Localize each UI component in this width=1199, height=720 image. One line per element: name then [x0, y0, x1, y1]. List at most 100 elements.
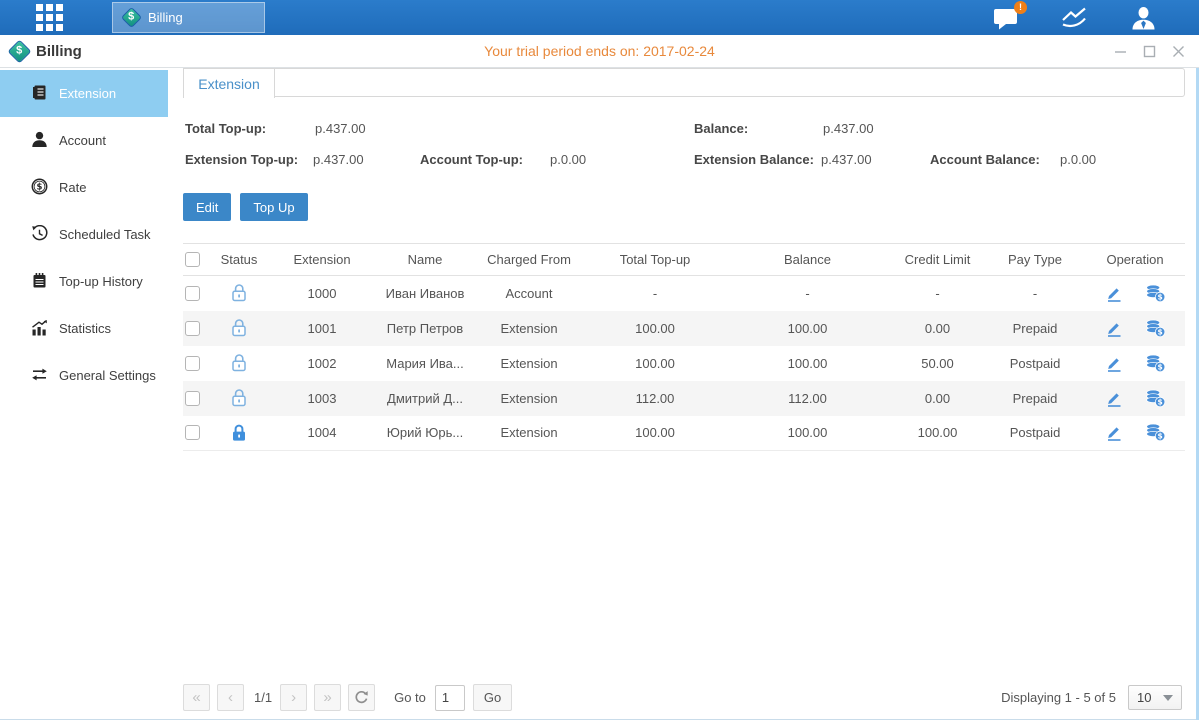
- notification-badge: !: [1014, 1, 1027, 14]
- sidebar-item-label: Scheduled Task: [59, 227, 151, 242]
- account-balance-label: Account Balance:: [930, 152, 1040, 167]
- taskbar-tab-label: Billing: [148, 10, 183, 25]
- statistics-chart-icon[interactable]: [1060, 6, 1090, 30]
- topup-coins-icon[interactable]: $: [1145, 423, 1166, 442]
- close-icon[interactable]: [1171, 44, 1185, 58]
- goto-label: Go to: [394, 690, 426, 705]
- column-header: Extension: [267, 244, 377, 276]
- sidebar-item-extension[interactable]: Extension: [0, 70, 168, 117]
- prev-page-button[interactable]: ‹: [217, 684, 244, 711]
- svg-text:$: $: [37, 182, 43, 192]
- taskbar-tab-billing[interactable]: $ Billing: [112, 2, 265, 33]
- cell-total-topup: -: [585, 276, 725, 311]
- pencil-edit-icon[interactable]: [1104, 284, 1123, 303]
- cell-extension: 1001: [267, 311, 377, 346]
- unlock-icon[interactable]: [230, 389, 248, 404]
- tab-extension[interactable]: Extension: [183, 68, 275, 98]
- row-checkbox[interactable]: [185, 286, 200, 301]
- row-checkbox[interactable]: [185, 391, 200, 406]
- sidebar-item-scheduled-task[interactable]: Scheduled Task: [0, 211, 168, 258]
- topup-coins-icon[interactable]: $: [1145, 319, 1166, 338]
- billing-diamond-icon: $: [121, 7, 142, 28]
- displaying-text: Displaying 1 - 5 of 5: [1001, 690, 1116, 705]
- app-grid-icon[interactable]: [36, 4, 63, 31]
- pencil-edit-icon[interactable]: [1104, 354, 1123, 373]
- topup-coins-icon[interactable]: $: [1145, 389, 1166, 408]
- sidebar-item-label: General Settings: [59, 368, 156, 383]
- topup-coins-icon[interactable]: $: [1145, 354, 1166, 373]
- table-row: 1001Петр ПетровExtension100.00100.000.00…: [183, 311, 1185, 346]
- column-header: Total Top-up: [585, 244, 725, 276]
- unlock-icon[interactable]: [230, 319, 248, 334]
- table-row: 1003Дмитрий Д...Extension112.00112.000.0…: [183, 381, 1185, 416]
- cell-name: Дмитрий Д...: [377, 381, 473, 416]
- first-page-button[interactable]: «: [183, 684, 210, 711]
- cell-extension: 1000: [267, 276, 377, 311]
- sidebar-item-account[interactable]: Account: [0, 117, 168, 164]
- minimize-icon[interactable]: [1113, 44, 1127, 58]
- unlock-icon[interactable]: [230, 354, 248, 369]
- pencil-edit-icon[interactable]: [1104, 423, 1123, 442]
- last-page-button[interactable]: »: [314, 684, 341, 711]
- goto-page-input[interactable]: [435, 685, 465, 711]
- column-header: Status: [211, 244, 267, 276]
- cell-credit-limit: 0.00: [890, 381, 985, 416]
- sidebar-item-statistics[interactable]: Statistics: [0, 305, 168, 352]
- desktop-topbar: $ Billing !: [0, 0, 1199, 35]
- topup-history-icon: [31, 272, 48, 292]
- cell-balance: 100.00: [725, 346, 890, 381]
- table-row: 1002Мария Ива...Extension100.00100.0050.…: [183, 346, 1185, 381]
- cell-charged-from: Extension: [473, 381, 585, 416]
- cell-extension: 1002: [267, 346, 377, 381]
- sidebar-item-label: Statistics: [59, 321, 111, 336]
- user-icon[interactable]: [1130, 6, 1157, 30]
- column-header: Name: [377, 244, 473, 276]
- rate-dollar-icon: $: [31, 178, 48, 198]
- edit-button[interactable]: Edit: [183, 193, 231, 221]
- cell-pay-type: Postpaid: [985, 416, 1085, 451]
- column-header: Balance: [725, 244, 890, 276]
- cell-balance: 100.00: [725, 416, 890, 451]
- refresh-icon[interactable]: [348, 684, 375, 711]
- top-up-button[interactable]: Top Up: [240, 193, 307, 221]
- sidebar-item-label: Extension: [59, 86, 116, 101]
- sidebar-item-general-settings[interactable]: General Settings: [0, 352, 168, 399]
- column-header: Credit Limit: [890, 244, 985, 276]
- sidebar: Extension Account$Rate Scheduled Task Top-u…: [0, 68, 168, 720]
- messages-icon[interactable]: !: [993, 6, 1020, 30]
- pagination-bar: « ‹ 1/1 › » Go to Go Displaying 1 - 5 of…: [183, 684, 1182, 711]
- svg-text:$: $: [1157, 397, 1162, 406]
- extension-topup-value: p.437.00: [313, 152, 364, 167]
- cell-total-topup: 100.00: [585, 416, 725, 451]
- next-page-button[interactable]: ›: [280, 684, 307, 711]
- maximize-icon[interactable]: [1142, 44, 1156, 58]
- cell-charged-from: Extension: [473, 416, 585, 451]
- cell-total-topup: 112.00: [585, 381, 725, 416]
- cell-pay-type: Prepaid: [985, 311, 1085, 346]
- svg-text:$: $: [1157, 292, 1162, 301]
- row-checkbox[interactable]: [185, 425, 200, 440]
- cell-name: Юрий Юрь...: [377, 416, 473, 451]
- page-size-select[interactable]: 10: [1128, 685, 1182, 710]
- general-settings-icon: [31, 366, 48, 386]
- total-topup-label: Total Top-up:: [185, 121, 266, 136]
- lock-icon[interactable]: [230, 424, 248, 439]
- row-checkbox[interactable]: [185, 356, 200, 371]
- sidebar-item-top-up-history[interactable]: Top-up History: [0, 258, 168, 305]
- pencil-edit-icon[interactable]: [1104, 319, 1123, 338]
- pencil-edit-icon[interactable]: [1104, 389, 1123, 408]
- select-all-checkbox[interactable]: [185, 252, 200, 267]
- cell-balance: -: [725, 276, 890, 311]
- scheduled-task-icon: [31, 225, 48, 245]
- extension-balance-value: p.437.00: [821, 152, 872, 167]
- tab-strip: Extension: [183, 68, 1185, 98]
- row-checkbox[interactable]: [185, 321, 200, 336]
- account-balance-value: p.0.00: [1060, 152, 1096, 167]
- sidebar-item-rate[interactable]: $Rate: [0, 164, 168, 211]
- tab-bar-empty-area: [274, 68, 1185, 97]
- go-button[interactable]: Go: [473, 684, 512, 711]
- topup-coins-icon[interactable]: $: [1145, 284, 1166, 303]
- total-topup-value: p.437.00: [315, 121, 366, 136]
- cell-name: Иван Иванов: [377, 276, 473, 311]
- unlock-icon[interactable]: [230, 285, 248, 300]
